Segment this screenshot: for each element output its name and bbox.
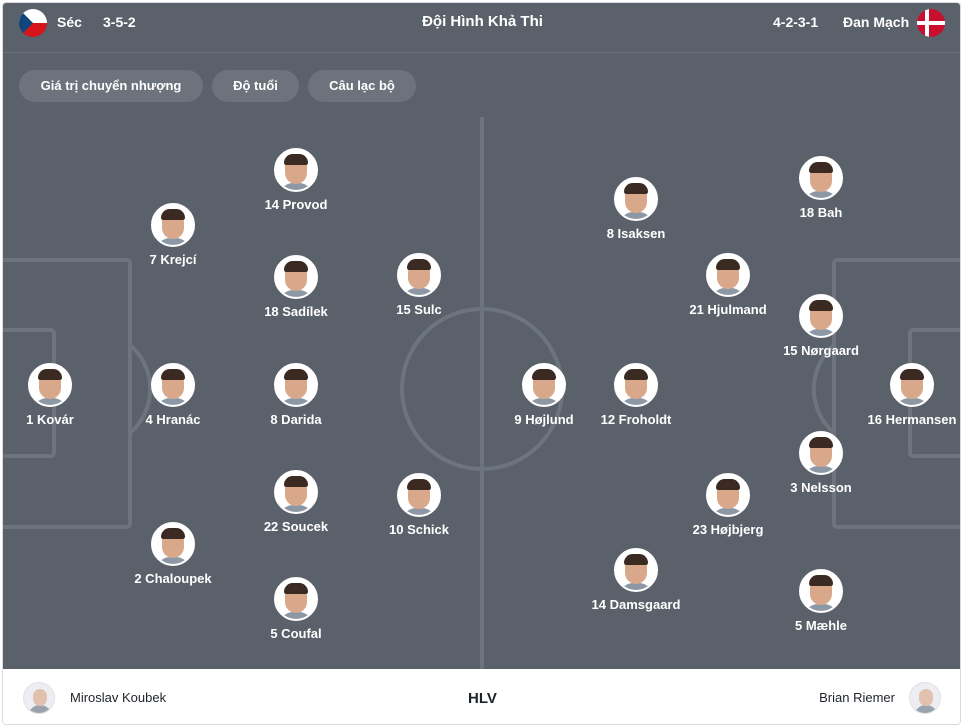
- filter-market-value-button[interactable]: Giá trị chuyển nhượng: [19, 70, 203, 102]
- coaches-footer: Miroslav Koubek HLV Brian Riemer: [3, 669, 960, 724]
- player-name: 14 Provod: [264, 197, 328, 212]
- player-name: 22 Soucek: [263, 519, 329, 534]
- player-name: 4 Hranác: [145, 412, 201, 427]
- away-player-hermansen[interactable]: 16 Hermansen: [847, 363, 960, 427]
- player-name: 15 Nørgaard: [783, 343, 859, 358]
- player-avatar: [151, 522, 195, 566]
- player-avatar: [397, 253, 441, 297]
- player-avatar: [274, 363, 318, 407]
- home-player-darida[interactable]: 8 Darida: [231, 363, 361, 427]
- home-player-coufal[interactable]: 5 Coufal: [231, 577, 361, 641]
- player-avatar: [274, 470, 318, 514]
- home-player-provod[interactable]: 14 Provod: [231, 148, 361, 212]
- player-avatar: [799, 431, 843, 475]
- player-name: 8 Darida: [270, 412, 322, 427]
- home-player-chaloupek[interactable]: 2 Chaloupek: [108, 522, 238, 586]
- player-name: 5 Coufal: [270, 626, 322, 641]
- player-name: 12 Froholdt: [600, 412, 672, 427]
- player-name: 3 Nelsson: [790, 480, 852, 495]
- player-name: 7 Krejcí: [149, 252, 197, 267]
- coach-label: HLV: [468, 690, 497, 707]
- denmark-flag-icon: [917, 9, 945, 37]
- player-name: 10 Schick: [389, 522, 449, 537]
- away-player-damsgaard[interactable]: 14 Damsgaard: [571, 548, 701, 612]
- player-name: 14 Damsgaard: [591, 597, 681, 612]
- player-avatar: [799, 294, 843, 338]
- home-player-schick[interactable]: 10 Schick: [354, 473, 484, 537]
- player-avatar: [274, 148, 318, 192]
- player-avatar: [151, 363, 195, 407]
- player-avatar: [151, 203, 195, 247]
- player-avatar: [799, 569, 843, 613]
- player-avatar: [614, 363, 658, 407]
- player-name: 18 Bah: [799, 205, 843, 220]
- filter-club-button[interactable]: Câu lạc bộ: [308, 70, 416, 102]
- player-name: 18 Sadílek: [264, 304, 328, 319]
- player-avatar: [522, 363, 566, 407]
- away-player-froholdt[interactable]: 12 Froholdt: [571, 363, 701, 427]
- lineup-widget: Séc 3-5-2 Đội Hình Khả Thi 4-2-3-1 Đan M…: [2, 2, 961, 725]
- player-avatar: [274, 577, 318, 621]
- player-avatar: [274, 255, 318, 299]
- player-avatar: [28, 363, 72, 407]
- player-avatar: [706, 253, 750, 297]
- player-avatar: [614, 548, 658, 592]
- player-name: 23 Højbjerg: [692, 522, 764, 537]
- home-player-sadilek[interactable]: 18 Sadílek: [231, 255, 361, 319]
- filter-age-button[interactable]: Độ tuổi: [212, 70, 299, 102]
- lineup-header: Séc 3-5-2 Đội Hình Khả Thi 4-2-3-1 Đan M…: [3, 3, 960, 53]
- player-avatar: [890, 363, 934, 407]
- away-team-name: Đan Mạch: [843, 14, 910, 30]
- home-player-soucek[interactable]: 22 Soucek: [231, 470, 361, 534]
- player-avatar: [706, 473, 750, 517]
- home-player-hranac[interactable]: 4 Hranác: [108, 363, 238, 427]
- away-player-maehle[interactable]: 5 Mæhle: [756, 569, 886, 633]
- player-name: 1 Kovár: [26, 412, 74, 427]
- away-player-norgaard[interactable]: 15 Nørgaard: [756, 294, 886, 358]
- home-player-sulc[interactable]: 15 Sulc: [354, 253, 484, 317]
- player-avatar: [799, 156, 843, 200]
- home-player-krejci[interactable]: 7 Krejcí: [108, 203, 238, 267]
- player-name: 2 Chaloupek: [134, 571, 212, 586]
- pitch: 1 Kovár 7 Krejcí 4 Hranác 2 Chaloupek 14…: [3, 117, 960, 669]
- away-player-bah[interactable]: 18 Bah: [756, 156, 886, 220]
- player-name: 16 Hermansen: [867, 412, 957, 427]
- player-name: 8 Isaksen: [606, 226, 666, 241]
- player-avatar: [397, 473, 441, 517]
- away-player-nelsson[interactable]: 3 Nelsson: [756, 431, 886, 495]
- player-name: 15 Sulc: [396, 302, 442, 317]
- away-formation: 4-2-3-1: [773, 14, 819, 30]
- filter-bar: Giá trị chuyển nhượng Độ tuổi Câu lạc bộ: [3, 53, 960, 117]
- player-avatar: [614, 177, 658, 221]
- away-coach-avatar: [909, 682, 941, 714]
- away-coach-name[interactable]: Brian Riemer: [819, 690, 895, 705]
- player-name: 5 Mæhle: [794, 618, 847, 633]
- away-player-isaksen[interactable]: 8 Isaksen: [571, 177, 701, 241]
- home-player-kovar[interactable]: 1 Kovár: [3, 363, 115, 427]
